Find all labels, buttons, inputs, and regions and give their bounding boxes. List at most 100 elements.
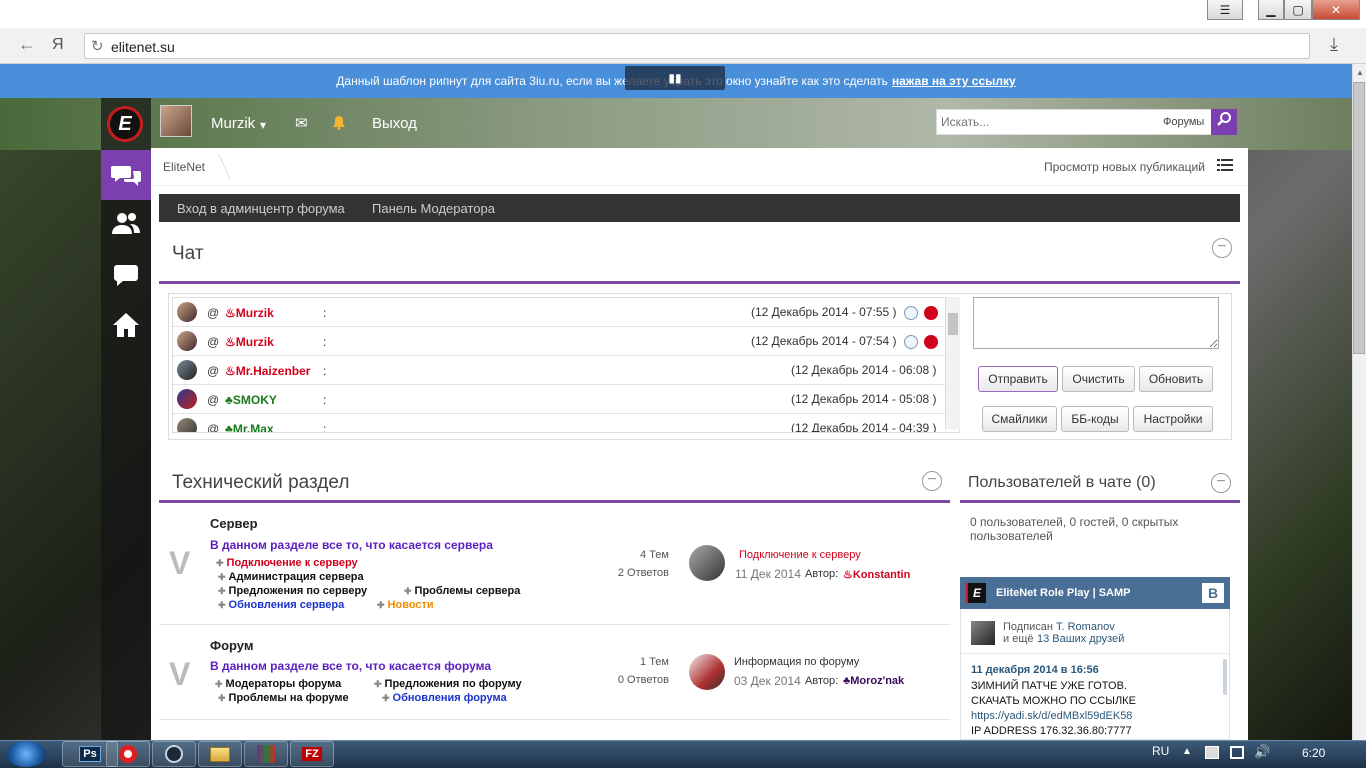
steam-button[interactable] (152, 741, 196, 767)
forum-name[interactable]: Сервер (210, 516, 258, 531)
yandex-icon[interactable]: Я (52, 36, 64, 54)
tech-collapse-icon[interactable]: − (922, 471, 942, 491)
drag-handle-icon[interactable]: ▮▮ (625, 66, 725, 90)
nav-home-icon[interactable] (101, 300, 151, 350)
nav-members-icon[interactable] (101, 198, 151, 248)
vk-logo-icon[interactable]: B (1202, 583, 1224, 603)
chat-avatar[interactable] (177, 331, 197, 351)
subforum-link[interactable]: ✚ Предложения по серверу (218, 585, 367, 597)
last-author-link[interactable]: ♣Moroz'nak (843, 675, 904, 687)
chat-settings-button[interactable]: Настройки (1133, 406, 1213, 432)
start-button[interactable] (6, 741, 46, 767)
subforum-link[interactable]: ✚ Обновления сервера (218, 599, 344, 611)
chat-username[interactable]: ♨Murzik (225, 306, 274, 320)
vk-friend-link[interactable]: T. Romanov (1056, 621, 1115, 633)
username-link[interactable]: Murzik (211, 115, 255, 132)
chevron-down-icon[interactable]: ▾ (260, 118, 266, 132)
delete-icon[interactable] (924, 335, 938, 349)
chat-username[interactable]: ♣Mr.Max (225, 422, 274, 432)
chat-username[interactable]: ♨Mr.Haizenber (225, 364, 310, 378)
chat-username[interactable]: ♨Murzik (225, 335, 274, 349)
search-button[interactable] (1211, 109, 1237, 135)
subforum-link[interactable]: ✚ Предложения по форуму (374, 678, 522, 690)
vk-scroll-thumb[interactable] (1223, 659, 1227, 695)
mail-icon[interactable]: ✉ (295, 114, 308, 132)
new-posts-link[interactable]: Просмотр новых публикаций (1044, 160, 1205, 174)
tray-expand-icon[interactable]: ▲ (1182, 746, 1192, 757)
chat-username[interactable]: ♣SMOKY (225, 393, 277, 407)
last-author-link[interactable]: ♨Konstantin (843, 568, 910, 581)
vk-post-link[interactable]: https://yadi.sk/d/edMBxl59dEK58 (971, 710, 1132, 722)
subforum-link[interactable]: ✚ Подключение к серверу (216, 557, 358, 569)
download-icon[interactable]: ⤓ (1330, 34, 1338, 55)
chat-avatar[interactable] (177, 302, 197, 322)
chat-scroll-thumb[interactable] (948, 313, 958, 335)
subforum-link[interactable]: ✚ Проблемы на форуме (218, 692, 349, 704)
nav-forums-icon[interactable] (101, 150, 151, 200)
last-topic-link[interactable]: Информация по форуму (734, 656, 859, 668)
clear-button[interactable]: Очистить (1062, 366, 1135, 392)
menu-button[interactable]: ☰ (1207, 0, 1243, 20)
search-input[interactable] (937, 110, 1147, 134)
search-scope[interactable]: Форумы (1163, 116, 1204, 128)
action-center-icon[interactable] (1205, 746, 1219, 759)
forum-name[interactable]: Форум (210, 638, 253, 653)
send-button[interactable]: Отправить (978, 366, 1058, 392)
volume-icon[interactable]: 🔊 (1254, 744, 1270, 760)
breadcrumb-home[interactable]: EliteNet (163, 160, 205, 174)
yandex-browser-button[interactable] (106, 741, 150, 767)
subforum-link[interactable]: ✚ Проблемы сервера (404, 585, 520, 597)
mention-at[interactable]: @ (207, 335, 219, 349)
vk-friends-link[interactable]: 13 Ваших друзей (1037, 633, 1124, 645)
scroll-up-icon[interactable]: ▲ (1356, 68, 1364, 77)
close-button[interactable]: ✕ (1312, 0, 1360, 20)
chat-users-collapse-icon[interactable]: − (1211, 473, 1231, 493)
list-icon[interactable] (1217, 159, 1233, 173)
site-logo[interactable]: E (107, 106, 143, 142)
chat-avatar[interactable] (177, 360, 197, 380)
vk-widget-header[interactable]: E EliteNet Role Play | SAMP B (960, 577, 1230, 609)
logout-link[interactable]: Выход (372, 115, 417, 132)
search-user-icon[interactable] (904, 335, 918, 349)
mention-at[interactable]: @ (207, 364, 219, 378)
nav-chat-icon[interactable] (101, 250, 151, 300)
winrar-button[interactable] (244, 741, 288, 767)
user-avatar[interactable] (160, 105, 192, 137)
explorer-button[interactable] (198, 741, 242, 767)
url-bar[interactable]: ↻ elitenet.su (84, 33, 1310, 59)
subforum-link[interactable]: ✚ Модераторы форума (215, 678, 341, 690)
bbcodes-button[interactable]: ББ-коды (1061, 406, 1129, 432)
chat-message-list[interactable]: @ ♨Murzik : (12 Декабрь 2014 - 07:55 ) @… (172, 297, 960, 433)
chat-message-input[interactable] (973, 297, 1219, 349)
smileys-button[interactable]: Смайлики (982, 406, 1057, 432)
friend-avatar[interactable] (971, 621, 995, 645)
refresh-button[interactable]: Обновить (1139, 366, 1213, 392)
delete-icon[interactable] (924, 306, 938, 320)
page-scroll-thumb[interactable] (1353, 82, 1365, 354)
vk-group-name[interactable]: EliteNet Role Play | SAMP (996, 587, 1131, 599)
reload-icon[interactable]: ↻ (91, 37, 104, 55)
back-icon[interactable]: ← (18, 34, 36, 55)
last-poster-avatar[interactable] (689, 545, 725, 581)
subforum-link[interactable]: ✚ Администрация сервера (218, 571, 364, 583)
admin-center-link[interactable]: Вход в админцентр форума (177, 201, 345, 216)
language-indicator[interactable]: RU (1152, 744, 1169, 758)
notice-link[interactable]: нажав на эту ссылку (892, 74, 1016, 88)
maximize-button[interactable]: ▢ (1284, 0, 1312, 20)
bell-icon[interactable] (332, 115, 346, 133)
last-poster-avatar[interactable] (689, 654, 725, 690)
mention-at[interactable]: @ (207, 422, 219, 432)
network-icon[interactable] (1230, 746, 1244, 759)
chat-scrollbar[interactable] (945, 297, 960, 429)
filezilla-button[interactable]: FZ (290, 741, 334, 767)
chat-avatar[interactable] (177, 389, 197, 409)
mention-at[interactable]: @ (207, 393, 219, 407)
last-topic-link[interactable]: Подключение к серверу (739, 549, 861, 561)
clock[interactable]: 6:20 (1302, 746, 1325, 760)
moderator-panel-link[interactable]: Панель Модератора (372, 201, 495, 216)
search-user-icon[interactable] (904, 306, 918, 320)
chat-collapse-icon[interactable]: − (1212, 238, 1232, 258)
mention-at[interactable]: @ (207, 306, 219, 320)
url-text[interactable]: elitenet.su (111, 39, 175, 55)
subforum-link[interactable]: ✚ Обновления форума (382, 692, 507, 704)
